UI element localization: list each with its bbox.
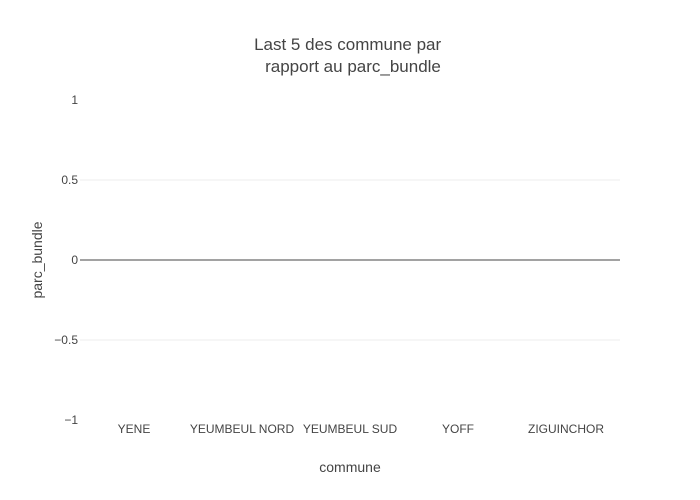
y-tick-label: 0.5 — [61, 173, 78, 187]
chart-title: Last 5 des commune par rapport au parc_b… — [254, 35, 446, 76]
chart-title-line-2: rapport au parc_bundle — [265, 57, 441, 76]
y-tick-label: 1 — [71, 93, 78, 107]
chart-container: −1 −0.5 0 0.5 1 YENE YEUMBEUL NORD YEUMBEUL SU… — [0, 0, 700, 500]
x-axis-title: commune — [319, 459, 381, 475]
y-tick-label: 0 — [71, 253, 78, 267]
y-axis-ticks: −1 −0.5 0 0.5 1 — [54, 93, 78, 427]
x-tick-label: ZIGUINCHOR — [528, 422, 604, 436]
x-tick-label: YEUMBEUL SUD — [303, 422, 398, 436]
x-tick-label: YENE — [118, 422, 151, 436]
chart-title-line-1: Last 5 des commune par — [254, 35, 441, 54]
bar-chart: −1 −0.5 0 0.5 1 YENE YEUMBEUL NORD YEUMBEUL SU… — [29, 35, 620, 475]
y-tick-label: −1 — [64, 413, 78, 427]
x-tick-label: YEUMBEUL NORD — [190, 422, 295, 436]
x-tick-label: YOFF — [442, 422, 474, 436]
y-axis-title: parc_bundle — [29, 221, 45, 298]
y-tick-label: −0.5 — [54, 333, 78, 347]
x-axis-ticks: YENE YEUMBEUL NORD YEUMBEUL SUD YOFF ZIGUINC… — [118, 422, 605, 436]
